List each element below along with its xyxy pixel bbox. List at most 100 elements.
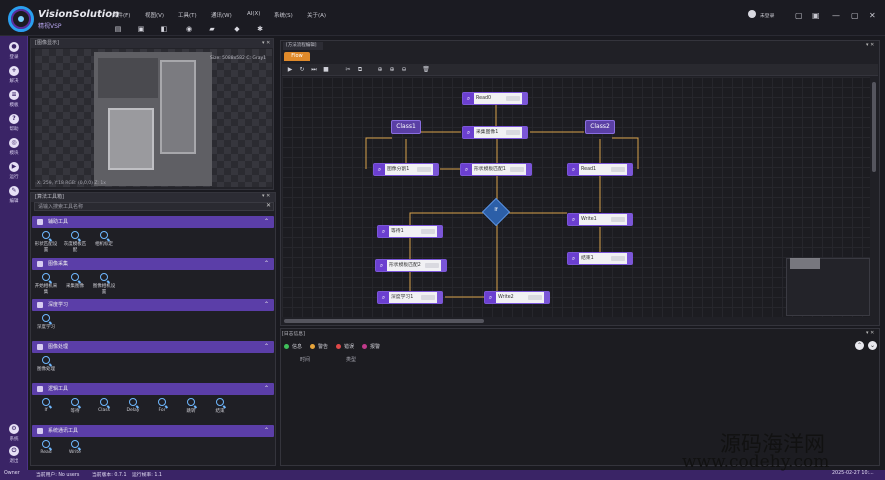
- folder-icon[interactable]: ▰: [208, 25, 216, 33]
- maximize-button[interactable]: ▢: [851, 11, 859, 20]
- panel-pin-icon[interactable]: ▾ ✕: [262, 193, 270, 199]
- flow-node-end1[interactable]: ⌕ 结束1: [567, 252, 633, 265]
- loop-icon[interactable]: ↻: [298, 66, 306, 74]
- rail-item-solve[interactable]: + 解决: [4, 66, 24, 90]
- category-image-process[interactable]: 图像处理 ⌃: [32, 341, 274, 353]
- tool-item[interactable]: Delay: [120, 398, 146, 413]
- node-port[interactable]: [544, 292, 549, 303]
- tool-item[interactable]: 相机标定: [91, 231, 117, 247]
- log-filter-info[interactable]: 信息: [284, 343, 302, 350]
- tool-item[interactable]: Read: [33, 440, 59, 455]
- vertical-scrollbar[interactable]: [872, 82, 876, 172]
- panel-pin-icon[interactable]: ▾ ✕: [866, 330, 874, 336]
- user-avatar-icon[interactable]: [748, 10, 756, 18]
- node-port[interactable]: [627, 164, 632, 175]
- node-port[interactable]: [437, 292, 442, 303]
- menu-system[interactable]: 系统(S): [274, 11, 293, 19]
- camera-icon[interactable]: ◉: [185, 25, 193, 33]
- tool-item[interactable]: For: [149, 398, 175, 413]
- node-port[interactable]: [526, 164, 531, 175]
- tool-item[interactable]: 形状匹配设置: [33, 231, 59, 253]
- tool-search-input[interactable]: 请输入搜索工具名称: [34, 202, 274, 211]
- tool-item[interactable]: 跳转: [178, 398, 204, 414]
- help-icon[interactable]: ▣: [812, 11, 820, 20]
- menu-file[interactable]: 文件(F): [112, 11, 130, 19]
- panel-pin-icon[interactable]: ▾ ✕: [262, 40, 270, 46]
- flow-node-shape2[interactable]: ⌕ 形状模板匹配2: [375, 259, 447, 272]
- tool-item[interactable]: 灰度模板匹配: [62, 231, 88, 253]
- rail-item-login[interactable]: ● 登录: [4, 42, 24, 66]
- category-comm[interactable]: 系统通讯工具 ⌃: [32, 425, 274, 437]
- zoom-out-icon[interactable]: ⊖: [400, 66, 408, 74]
- node-port[interactable]: [437, 226, 442, 237]
- flow-node-read0[interactable]: ⌕ Read0: [462, 92, 528, 105]
- tool-item[interactable]: 结束: [207, 398, 233, 414]
- zoom-fit-icon[interactable]: ⊕: [376, 66, 384, 74]
- flow-node-class2[interactable]: Class2: [585, 120, 615, 134]
- lock-icon[interactable]: ◆: [233, 25, 241, 33]
- rail-item-help[interactable]: ? 帮助: [4, 114, 24, 138]
- tool-item[interactable]: 开始相机采集: [33, 273, 59, 295]
- menu-comm[interactable]: 通讯(W): [211, 11, 232, 19]
- flow-node-other1[interactable]: ⌕ Read1: [567, 163, 633, 176]
- cut-icon[interactable]: ✂: [344, 66, 352, 74]
- tool-item[interactable]: Class: [91, 398, 117, 413]
- save-as-icon[interactable]: ◧: [160, 25, 168, 33]
- node-port[interactable]: [522, 127, 527, 138]
- category-acquire[interactable]: 图像采集 ⌃: [32, 258, 274, 270]
- flow-node-acq1[interactable]: ⌕ 采集图像1: [462, 126, 528, 139]
- tool-item[interactable]: If: [33, 398, 59, 413]
- user-label[interactable]: 未登录: [760, 12, 774, 19]
- stop-icon[interactable]: ■: [322, 66, 330, 74]
- close-button[interactable]: ✕: [869, 11, 876, 20]
- node-port[interactable]: [441, 260, 446, 271]
- tool-item[interactable]: Write: [62, 440, 88, 455]
- node-port[interactable]: [433, 164, 438, 175]
- menu-ai[interactable]: AI(X): [247, 11, 260, 17]
- chat-icon[interactable]: ▢: [795, 11, 803, 20]
- close-icon[interactable]: ✕: [266, 202, 271, 209]
- tool-item[interactable]: 图像处理: [33, 356, 59, 372]
- minimize-button[interactable]: —: [832, 11, 840, 20]
- tool-item[interactable]: 等待: [62, 398, 88, 414]
- settings-icon[interactable]: ✱: [256, 25, 264, 33]
- panel-pin-icon[interactable]: ▾ ✕: [866, 42, 874, 48]
- log-filter-warning[interactable]: 警告: [310, 343, 328, 350]
- minimap-viewport[interactable]: [790, 258, 820, 269]
- tab-flow[interactable]: Flow: [284, 52, 310, 61]
- rail-item-run[interactable]: ▶ 运行: [4, 162, 24, 186]
- flow-node-shape1[interactable]: ⌕ 形状模板匹配1: [460, 163, 532, 176]
- tool-item[interactable]: 采集图像: [62, 273, 88, 289]
- scroll-down-icon[interactable]: ⌄: [868, 341, 877, 350]
- log-filter-error[interactable]: 错误: [336, 343, 354, 350]
- rail-item-edit[interactable]: ✎ 编辑: [4, 186, 24, 210]
- new-file-icon[interactable]: ▤: [114, 25, 122, 33]
- scroll-up-icon[interactable]: ⌃: [855, 341, 864, 350]
- flow-node-class1[interactable]: Class1: [391, 120, 421, 134]
- rail-item-module[interactable]: ◎ 模块: [4, 138, 24, 162]
- category-deep-learning[interactable]: 深度学习 ⌃: [32, 299, 274, 311]
- save-icon[interactable]: ▣: [137, 25, 145, 33]
- flow-node-deep1[interactable]: ⌕ 深度学习1: [377, 291, 443, 304]
- menu-about[interactable]: 关于(A): [307, 11, 326, 19]
- rail-item-template[interactable]: ≡ 模板: [4, 90, 24, 114]
- step-icon[interactable]: ⏭: [310, 66, 318, 74]
- rail-item-exit[interactable]: ⏻ 退出: [4, 446, 24, 470]
- node-port[interactable]: [627, 214, 632, 225]
- flow-node-seg1[interactable]: ⌕ 图像分割1: [373, 163, 439, 176]
- rail-item-system[interactable]: ⚙ 系统: [4, 424, 24, 448]
- delete-icon[interactable]: 🗑: [422, 66, 430, 74]
- category-logic[interactable]: 逻辑工具 ⌃: [32, 383, 274, 395]
- flow-node-wait1[interactable]: ⌕ 等待1: [377, 225, 443, 238]
- node-port[interactable]: [522, 93, 527, 104]
- log-filter-alarm[interactable]: 报警: [362, 343, 380, 350]
- tool-item[interactable]: 深度学习: [33, 314, 59, 330]
- horizontal-scrollbar[interactable]: [284, 319, 484, 323]
- copy-icon[interactable]: ⧉: [356, 66, 364, 74]
- menu-view[interactable]: 视图(V): [145, 11, 164, 19]
- menu-tools[interactable]: 工具(T): [178, 11, 197, 19]
- zoom-in-icon[interactable]: ⊕: [388, 66, 396, 74]
- flow-node-write2[interactable]: ⌕ Write2: [484, 291, 550, 304]
- run-icon[interactable]: ▶: [286, 66, 294, 74]
- tool-item[interactable]: 图像相机设置: [91, 273, 117, 295]
